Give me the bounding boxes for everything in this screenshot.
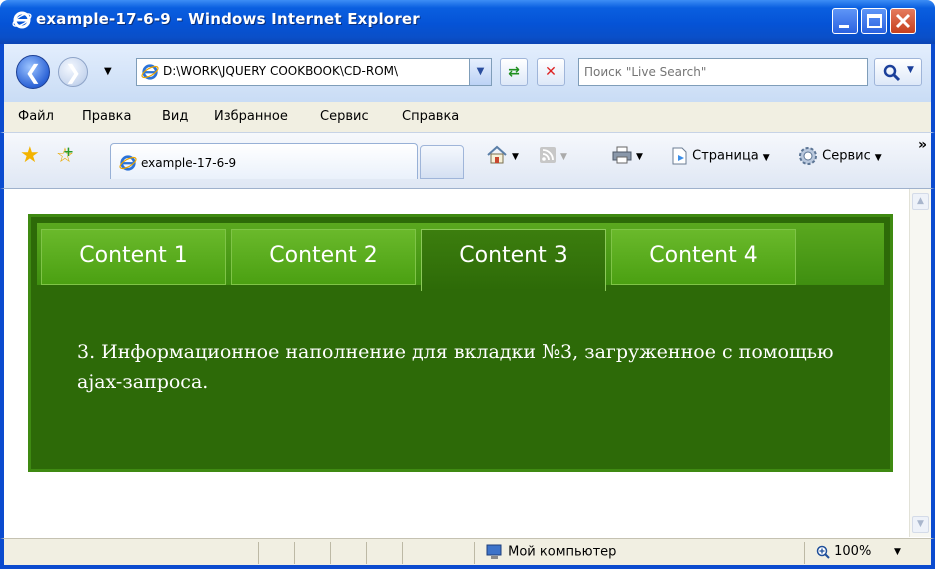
status-divider [402, 542, 403, 564]
ie-page-icon [141, 64, 159, 80]
tab-panel-text: 3. Информационное наполнение для вкладки… [77, 341, 834, 393]
minimize-icon [839, 25, 849, 28]
window-title: example-17-6-9 - Windows Internet Explor… [36, 10, 420, 28]
tab-content-3[interactable]: Content 3 [421, 229, 606, 291]
history-dropdown[interactable]: ▼ [104, 66, 112, 77]
status-divider [474, 542, 475, 564]
rss-feed-icon [540, 147, 556, 163]
back-arrow-icon: ❮ [24, 60, 42, 84]
page-viewport: Content 1 Content 2 Content 3 Content 4 … [0, 188, 935, 538]
menu-help[interactable]: Справка [402, 109, 459, 124]
browser-tab-active[interactable]: example-17-6-9 [110, 143, 418, 179]
zoom-dropdown-chevron-icon[interactable]: ▼ [894, 547, 901, 557]
search-icon [883, 64, 901, 82]
tab-content-2[interactable]: Content 2 [231, 229, 416, 285]
scroll-up-button[interactable]: ▲ [912, 193, 929, 210]
search-field[interactable] [578, 58, 868, 86]
toolbar-overflow-chevron-icon[interactable]: » [918, 137, 927, 153]
home-button[interactable]: ▼ [486, 145, 519, 165]
tab-content-4[interactable]: Content 4 [611, 229, 796, 285]
status-divider [258, 542, 259, 564]
menu-view[interactable]: Вид [162, 109, 188, 124]
search-button[interactable]: ▼ [874, 58, 922, 86]
status-divider [366, 542, 367, 564]
gear-icon [799, 147, 817, 165]
page-menu-button[interactable]: Страница ▼ [672, 147, 770, 165]
menu-bar: Файл Правка Вид Избранное Сервис Справка [0, 102, 935, 132]
ie-page-icon [119, 155, 137, 171]
refresh-button[interactable]: ⇄ [500, 58, 528, 86]
menu-edit[interactable]: Правка [82, 109, 131, 124]
status-bar: Мой компьютер 100% ▼ [0, 538, 935, 569]
close-button[interactable] [890, 8, 916, 34]
menu-file[interactable]: Файл [18, 109, 54, 124]
address-dropdown-button[interactable]: ▼ [469, 59, 491, 85]
address-field[interactable]: D:\WORK\JQUERY COOKBOOK\CD-ROM\ ▼ [136, 58, 492, 86]
forward-arrow-icon: ❯ [64, 60, 82, 84]
zoom-level[interactable]: 100% [816, 544, 871, 559]
menu-tools[interactable]: Сервис [320, 109, 369, 124]
address-url: D:\WORK\JQUERY COOKBOOK\CD-ROM\ [163, 64, 399, 78]
tab-content-1[interactable]: Content 1 [41, 229, 226, 285]
search-input[interactable] [584, 60, 864, 84]
tools-menu-button[interactable]: Сервис ▼ [798, 146, 882, 166]
tabs-nav: Content 1 Content 2 Content 3 Content 4 [37, 223, 884, 291]
printer-icon [612, 146, 632, 164]
page-menu-label: Страница [692, 148, 759, 164]
maximize-icon [867, 14, 882, 28]
security-zone[interactable]: Мой компьютер [486, 544, 616, 560]
stop-button[interactable]: ✕ [537, 58, 565, 86]
search-options-chevron-icon: ▼ [907, 65, 914, 75]
feeds-button[interactable]: ▼ [540, 147, 567, 163]
tools-menu-label: Сервис [822, 148, 871, 164]
title-bar: example-17-6-9 - Windows Internet Explor… [0, 0, 935, 44]
tabs-widget: Content 1 Content 2 Content 3 Content 4 … [28, 214, 893, 472]
page-icon [672, 147, 687, 165]
security-zone-label: Мой компьютер [508, 544, 617, 560]
stop-icon: ✕ [545, 64, 557, 80]
scroll-down-button[interactable]: ▼ [912, 516, 929, 533]
menu-favorites[interactable]: Избранное [214, 109, 288, 124]
forward-button[interactable]: ❯ [58, 57, 88, 87]
browser-tab-label: example-17-6-9 [141, 156, 237, 170]
zoom-icon [816, 545, 830, 559]
computer-icon [486, 544, 502, 559]
address-toolbar: ❮ ❯ ▼ D:\WORK\JQUERY COOKBOOK\CD-ROM\ ▼ … [0, 44, 935, 102]
favorites-star-icon[interactable]: ★ [20, 143, 40, 168]
status-divider [294, 542, 295, 564]
maximize-button[interactable] [861, 8, 887, 34]
status-divider [804, 542, 805, 564]
minimize-button[interactable] [832, 8, 858, 34]
internet-explorer-icon [12, 11, 32, 29]
home-icon [487, 145, 507, 164]
print-button[interactable]: ▼ [612, 146, 643, 164]
add-favorite-icon[interactable]: ☆ + [56, 143, 74, 167]
refresh-icon: ⇄ [508, 64, 520, 80]
status-divider [330, 542, 331, 564]
zoom-label: 100% [834, 544, 872, 559]
back-button[interactable]: ❮ [16, 55, 50, 89]
close-icon [895, 13, 911, 29]
tab-toolbar: ★ ☆ + example-17-6-9 ▼ ▼ ▼ Страница ▼ Се… [0, 132, 935, 188]
vertical-scrollbar[interactable]: ▲ ▼ [909, 189, 931, 537]
new-tab-button[interactable] [420, 145, 464, 179]
